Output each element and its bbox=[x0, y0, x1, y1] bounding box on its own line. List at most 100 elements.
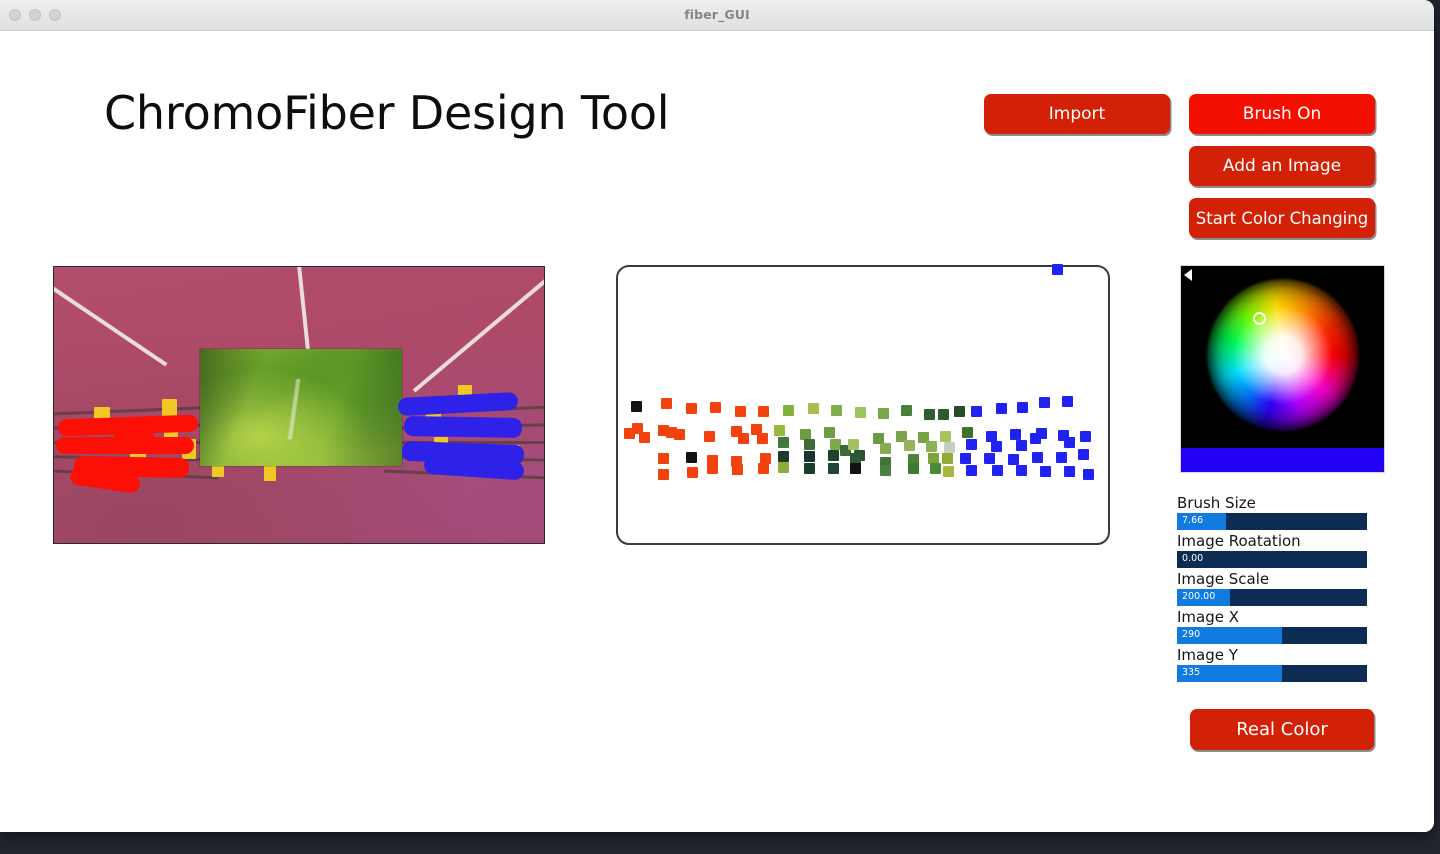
canvas-pixel[interactable] bbox=[658, 453, 669, 464]
canvas-pixel[interactable] bbox=[783, 405, 794, 416]
canvas-pixel[interactable] bbox=[732, 464, 743, 475]
canvas-pixel[interactable] bbox=[710, 402, 721, 413]
add-image-button[interactable]: Add an Image bbox=[1189, 146, 1375, 186]
brush-stroke-red bbox=[112, 424, 156, 456]
canvas-pixel[interactable] bbox=[778, 462, 789, 473]
slider-label-4: Image Y bbox=[1177, 646, 1238, 664]
canvas-pixel[interactable] bbox=[824, 427, 835, 438]
canvas-pixel[interactable] bbox=[996, 403, 1007, 414]
canvas-pixel[interactable] bbox=[1017, 402, 1028, 413]
slider-image-roatation[interactable]: 0.00 bbox=[1177, 551, 1367, 568]
canvas-pixel[interactable] bbox=[1008, 454, 1019, 465]
slider-image-x[interactable]: 290 bbox=[1177, 627, 1367, 644]
canvas-pixel[interactable] bbox=[1083, 469, 1094, 480]
canvas-pixel[interactable] bbox=[901, 405, 912, 416]
canvas-pixel[interactable] bbox=[944, 442, 955, 453]
canvas-pixel[interactable] bbox=[778, 437, 789, 448]
canvas-pixel[interactable] bbox=[735, 406, 746, 417]
canvas-pixel[interactable] bbox=[850, 463, 861, 474]
fiber-simulation-canvas[interactable] bbox=[616, 264, 1110, 545]
canvas-pixel[interactable] bbox=[1039, 397, 1050, 408]
canvas-pixel[interactable] bbox=[1036, 428, 1047, 439]
import-button[interactable]: Import bbox=[984, 94, 1170, 134]
canvas-pixel[interactable] bbox=[828, 463, 839, 474]
brush-toggle-button[interactable]: Brush On bbox=[1189, 94, 1375, 134]
canvas-pixel[interactable] bbox=[848, 439, 859, 450]
canvas-pixel[interactable] bbox=[804, 451, 815, 462]
triangle-left-icon[interactable] bbox=[1184, 269, 1192, 281]
start-color-changing-button[interactable]: Start Color Changing bbox=[1189, 198, 1375, 238]
canvas-pixel[interactable] bbox=[707, 463, 718, 474]
canvas-pixel[interactable] bbox=[686, 452, 697, 463]
slider-label-1: Image Roatation bbox=[1177, 532, 1301, 550]
canvas-pixel[interactable] bbox=[1064, 466, 1075, 477]
app-content: ChromoFiber Design Tool Import Brush On … bbox=[0, 31, 1434, 832]
canvas-pixel[interactable] bbox=[1080, 431, 1091, 442]
window-titlebar[interactable]: fiber_GUI bbox=[0, 0, 1434, 31]
canvas-pixel[interactable] bbox=[1010, 429, 1021, 440]
canvas-pixel[interactable] bbox=[960, 453, 971, 464]
canvas-pixel[interactable] bbox=[686, 403, 697, 414]
canvas-pixel[interactable] bbox=[778, 451, 789, 462]
canvas-pixel[interactable] bbox=[954, 406, 965, 417]
real-color-button[interactable]: Real Color bbox=[1190, 709, 1374, 750]
canvas-pixel[interactable] bbox=[804, 439, 815, 450]
canvas-pixel[interactable] bbox=[1032, 452, 1043, 463]
slider-brush-size[interactable]: 7.66 bbox=[1177, 513, 1367, 530]
canvas-pixel[interactable] bbox=[904, 440, 915, 451]
canvas-pixel[interactable] bbox=[758, 406, 769, 417]
canvas-pixel[interactable] bbox=[992, 465, 1003, 476]
canvas-pixel[interactable] bbox=[1040, 466, 1051, 477]
slider-image-y[interactable]: 335 bbox=[1177, 665, 1367, 682]
canvas-pixel[interactable] bbox=[808, 403, 819, 414]
canvas-pixel[interactable] bbox=[855, 407, 866, 418]
photo-preview-panel[interactable] bbox=[53, 266, 545, 544]
color-wheel-cursor[interactable] bbox=[1253, 312, 1266, 325]
canvas-pixel[interactable] bbox=[757, 433, 768, 444]
canvas-pixel[interactable] bbox=[631, 401, 642, 412]
canvas-pixel[interactable] bbox=[658, 469, 669, 480]
canvas-pixel[interactable] bbox=[674, 429, 685, 440]
brush-stroke-blue bbox=[403, 415, 523, 439]
canvas-pixel[interactable] bbox=[639, 432, 650, 443]
canvas-pixel[interactable] bbox=[926, 441, 937, 452]
canvas-pixel[interactable] bbox=[1062, 396, 1073, 407]
canvas-pixel[interactable] bbox=[804, 463, 815, 474]
canvas-pixel[interactable] bbox=[971, 406, 982, 417]
projected-landscape-image bbox=[200, 349, 402, 466]
canvas-pixel[interactable] bbox=[991, 441, 1002, 452]
color-picker-panel[interactable] bbox=[1180, 265, 1385, 473]
slider-image-scale[interactable]: 200.00 bbox=[1177, 589, 1367, 606]
canvas-pixel[interactable] bbox=[758, 463, 769, 474]
canvas-pixel[interactable] bbox=[661, 398, 672, 409]
canvas-pixel[interactable] bbox=[1064, 437, 1075, 448]
canvas-pixel[interactable] bbox=[1016, 465, 1027, 476]
canvas-pixel[interactable] bbox=[940, 431, 951, 442]
canvas-pixel[interactable] bbox=[1016, 440, 1027, 451]
canvas-pixel[interactable] bbox=[738, 433, 749, 444]
slider-group: Brush Size 7.66 Image Roatation 0.00 Image S… bbox=[1177, 492, 1367, 682]
canvas-pixel[interactable] bbox=[828, 450, 839, 461]
canvas-pixel[interactable] bbox=[878, 408, 889, 419]
canvas-pixel[interactable] bbox=[704, 431, 715, 442]
canvas-pixel[interactable] bbox=[938, 409, 949, 420]
page-title: ChromoFiber Design Tool bbox=[104, 86, 670, 140]
canvas-pixel[interactable] bbox=[943, 466, 954, 477]
canvas-pixel[interactable] bbox=[831, 405, 842, 416]
canvas-pixel[interactable] bbox=[774, 425, 785, 436]
canvas-pixel[interactable] bbox=[924, 409, 935, 420]
canvas-pixel[interactable] bbox=[966, 439, 977, 450]
canvas-pixel[interactable] bbox=[1078, 449, 1089, 460]
canvas-pixel[interactable] bbox=[687, 467, 698, 478]
canvas-pixel[interactable] bbox=[942, 453, 953, 464]
canvas-pixel[interactable] bbox=[1056, 452, 1067, 463]
canvas-pixel[interactable] bbox=[1052, 264, 1063, 275]
canvas-pixel[interactable] bbox=[908, 463, 919, 474]
color-wheel[interactable] bbox=[1207, 279, 1359, 431]
canvas-pixel[interactable] bbox=[880, 465, 891, 476]
canvas-pixel[interactable] bbox=[984, 453, 995, 464]
canvas-pixel[interactable] bbox=[966, 465, 977, 476]
canvas-pixel[interactable] bbox=[962, 427, 973, 438]
canvas-pixel[interactable] bbox=[930, 463, 941, 474]
canvas-pixel[interactable] bbox=[880, 443, 891, 454]
